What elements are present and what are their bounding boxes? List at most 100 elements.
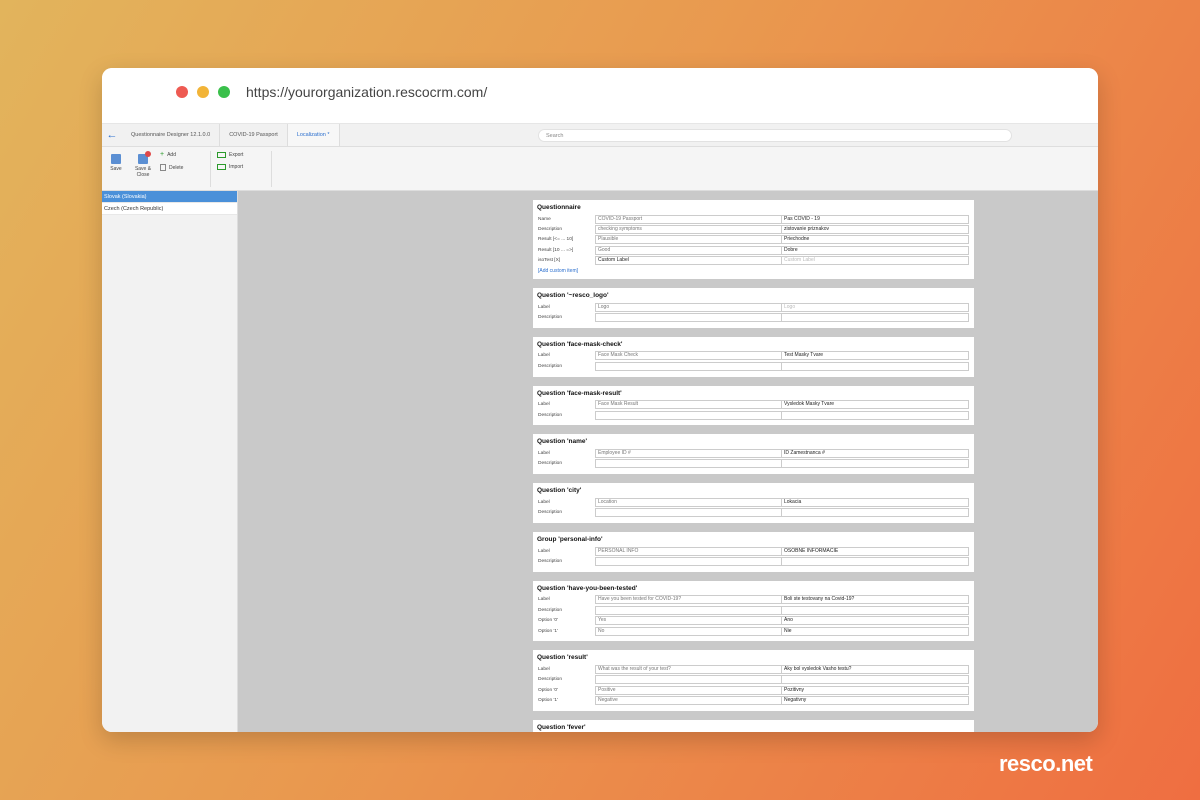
field-label: Option '1' (538, 628, 558, 634)
add-button[interactable]: + Add (160, 151, 176, 158)
translation-input[interactable]: Lokacia (782, 497, 969, 507)
question-section: Question 'name' Label Employee ID # ID Z… (533, 434, 974, 475)
field-label: Label (538, 450, 550, 456)
translation-input[interactable] (782, 459, 969, 469)
field-label: Result [<= ... 10] (538, 237, 574, 243)
field-label: Description (538, 558, 562, 564)
translation-input[interactable]: Logo (782, 302, 969, 312)
field-row: Description (537, 675, 970, 685)
language-item-czech[interactable]: Czech (Czech Republic) (102, 203, 237, 215)
source-text: Positive (595, 685, 782, 695)
source-text (595, 313, 782, 323)
question-section: Question 'have-you-been-tested' Label Ha… (533, 580, 974, 642)
save-button[interactable]: Save (108, 154, 124, 172)
source-text: Yes (595, 616, 782, 626)
field-label: isoTest [X] (538, 258, 561, 264)
close-window-icon[interactable] (176, 86, 188, 98)
delete-icon (160, 164, 166, 171)
translation-input[interactable] (782, 605, 969, 615)
field-row: Option '1' No Nie (537, 626, 970, 636)
field-label: Description (538, 510, 562, 516)
field-label: Label (538, 548, 550, 554)
field-row: Option '0' Positive Pozitivny (537, 685, 970, 695)
translation-input[interactable]: Aky bol vysledok Vasho testu? (782, 664, 969, 674)
resco-logo: resco.net (999, 751, 1093, 776)
save-close-button[interactable]: Save & Close (132, 151, 154, 178)
section-title: Question 'name' (537, 438, 588, 446)
field-label: Description (538, 607, 562, 613)
field-label: Name (538, 216, 551, 222)
ribbon-divider (210, 151, 211, 187)
source-text: Have you been tested for COVID-19? (595, 595, 782, 605)
field-row: Description (537, 410, 970, 420)
translation-input[interactable] (782, 410, 969, 420)
translation-input[interactable]: Priechodne (782, 235, 969, 245)
tab-localization[interactable]: Localization * (287, 124, 340, 146)
browser-window: https://yourorganization.rescocrm.com/ ←… (102, 68, 1098, 732)
translation-input[interactable]: Pozitivny (782, 685, 969, 695)
maximize-window-icon[interactable] (218, 86, 230, 98)
translation-input[interactable] (782, 556, 969, 566)
field-label: Label (538, 666, 550, 672)
import-button[interactable]: Import (217, 164, 243, 170)
translation-input[interactable]: Negativny (782, 696, 969, 706)
back-arrow-icon[interactable]: ← (102, 124, 122, 146)
field-label: Option '1' (538, 698, 558, 704)
translation-input[interactable]: ID Zamestnanca # (782, 448, 969, 458)
field-label: Label (538, 499, 550, 505)
localization-content[interactable]: Questionnaire Name COVID-19 Passport Pas… (238, 191, 1098, 732)
translation-input[interactable] (782, 313, 969, 323)
section-title: Question 'have-you-been-tested' (537, 584, 638, 592)
field-row: Name COVID-19 Passport Pas COVID - 19 (537, 214, 970, 224)
minimize-window-icon[interactable] (197, 86, 209, 98)
translation-input[interactable]: OSOBNE INFORMACIE (782, 546, 969, 556)
source-text: What was the result of your test? (595, 664, 782, 674)
translation-input[interactable]: Ano (782, 616, 969, 626)
source-text: Location (595, 497, 782, 507)
address-bar[interactable]: https://yourorganization.rescocrm.com/ (246, 84, 487, 100)
translation-input[interactable] (782, 675, 969, 685)
source-text: Good (595, 245, 782, 255)
translation-input[interactable]: Dobre (782, 245, 969, 255)
language-item-slovak[interactable]: Slovak (Slovakia) (102, 191, 237, 203)
translation-input[interactable]: Pas COVID - 19 (782, 214, 969, 224)
plus-icon: + (160, 151, 165, 158)
field-row: Label Face Mask Result Vysledok Masky Tv… (537, 400, 970, 410)
field-row: Description (537, 556, 970, 566)
translation-input[interactable]: zistovanie priznakov (782, 225, 969, 235)
search-input[interactable]: Search (538, 129, 1012, 142)
translation-input[interactable]: Boli ste testovany na Covid-19? (782, 595, 969, 605)
translation-input[interactable]: Vysledok Masky Tvare (782, 400, 969, 410)
field-label: Description (538, 227, 562, 233)
custom-label-input[interactable]: Custom Label (595, 256, 782, 266)
export-button[interactable]: Export (217, 152, 243, 158)
section-title: Group 'personal-info' (537, 535, 603, 543)
source-text: Logo (595, 302, 782, 312)
question-section: Question 'result' Label What was the res… (533, 650, 974, 711)
translation-input[interactable]: Nie (782, 626, 969, 636)
field-row: Label Have you been tested for COVID-19?… (537, 595, 970, 605)
tab-covid-passport[interactable]: COVID-19 Passport (220, 124, 288, 146)
import-icon (217, 164, 226, 170)
source-text (595, 556, 782, 566)
question-section: Question 'city' Label Location Lokacia D… (533, 483, 974, 523)
field-row: isoTest [X] Custom Label Custom Label (537, 256, 970, 266)
field-label: Description (538, 677, 562, 683)
source-text: Face Mask Result (595, 400, 782, 410)
browser-titlebar: https://yourorganization.rescocrm.com/ (102, 68, 1098, 123)
ribbon-divider (271, 151, 272, 187)
translation-input[interactable] (782, 361, 969, 371)
translation-input[interactable]: Test Masky Tvare (782, 351, 969, 361)
tab-questionnaire-designer[interactable]: Questionnaire Designer 12.1.0.0 (122, 124, 221, 146)
field-label: Option '0' (538, 687, 558, 693)
add-custom-item-link[interactable]: [Add custom item] (537, 268, 970, 274)
field-row: Option '1' Negative Negativny (537, 695, 970, 706)
source-text: No (595, 626, 782, 636)
field-row: Description (537, 605, 970, 615)
translation-input[interactable] (782, 508, 969, 518)
translation-input[interactable]: Custom Label (782, 256, 969, 266)
field-label: Label (538, 402, 550, 408)
delete-button[interactable]: Delete (160, 164, 183, 171)
questionnaire-section: Questionnaire Name COVID-19 Passport Pas… (533, 200, 974, 279)
source-text: COVID-19 Passport (595, 214, 782, 224)
